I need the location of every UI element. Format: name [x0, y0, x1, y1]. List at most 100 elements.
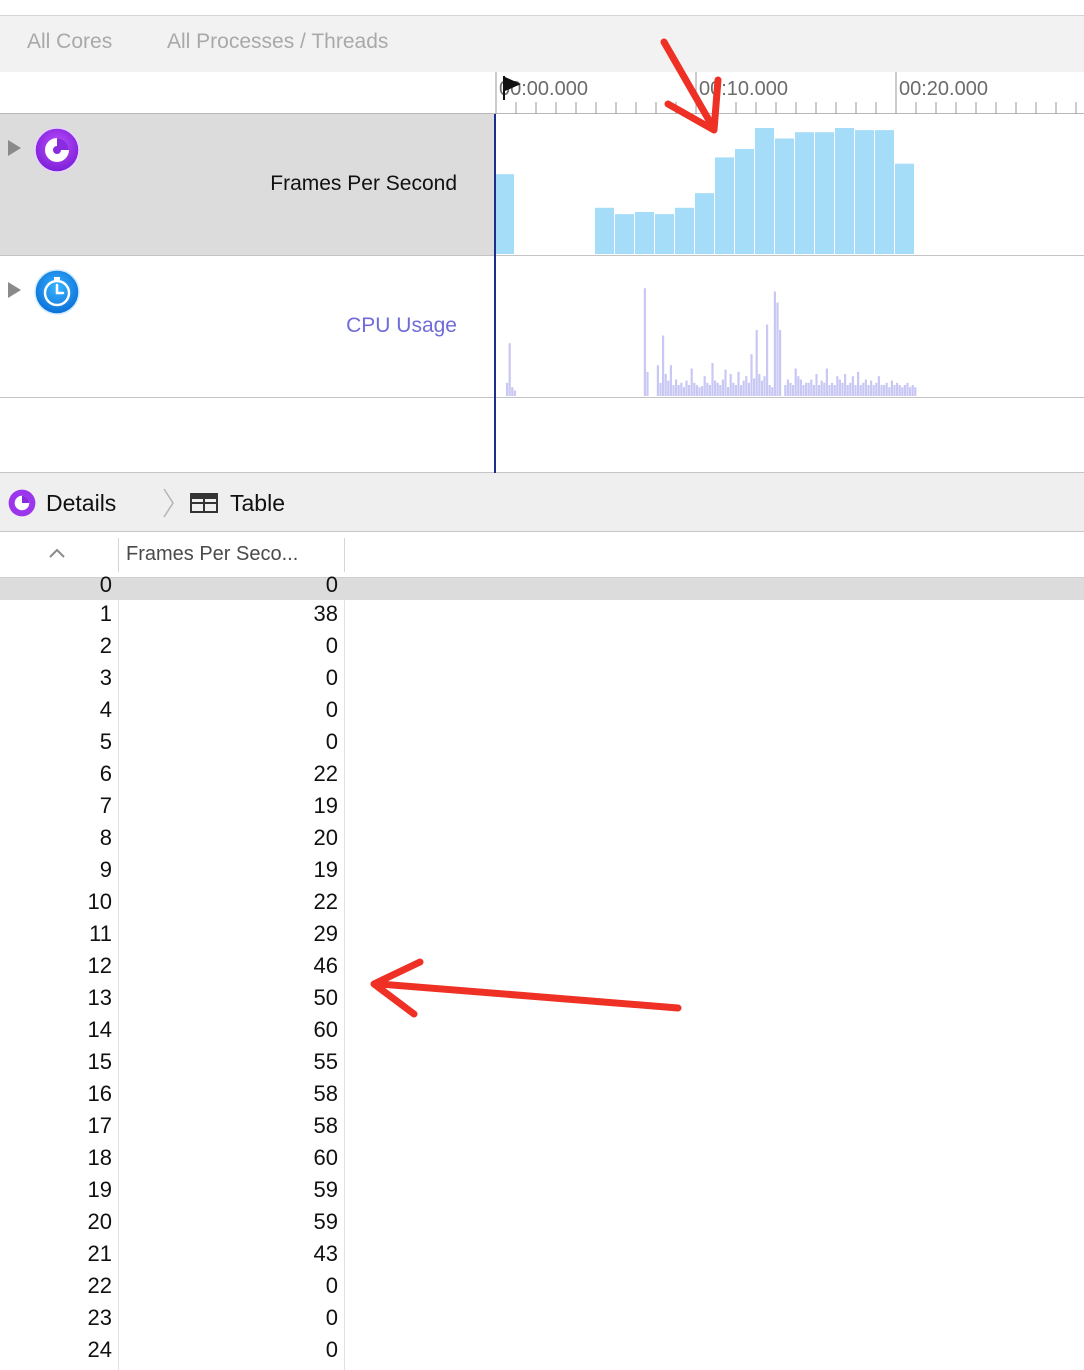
- fps-disclosure-triangle-icon[interactable]: [8, 140, 21, 156]
- row-index-cell: 20: [87, 1209, 112, 1234]
- row-fps-cell: 60: [313, 1017, 338, 1042]
- table-row[interactable]: 40: [0, 696, 1084, 728]
- cpu-spike: [880, 385, 883, 396]
- table-row[interactable]: 11 29: [0, 920, 1084, 952]
- cpu-spike: [724, 369, 727, 396]
- cpu-spike: [659, 382, 662, 396]
- cpu-spike: [831, 382, 834, 396]
- cpu-track-label: CPU Usage: [346, 314, 457, 337]
- cpu-spike: [846, 385, 849, 396]
- fps-graph[interactable]: [494, 114, 1084, 255]
- start-flag-icon[interactable]: [501, 74, 523, 102]
- table-row[interactable]: 23 0: [0, 1304, 1084, 1336]
- cpu-spike: [854, 385, 857, 396]
- playhead[interactable]: [494, 114, 496, 473]
- cpu-spike: [711, 363, 714, 396]
- cpu-spike: [849, 382, 852, 396]
- cpu-spike: [784, 385, 787, 396]
- table-row[interactable]: 20: [0, 632, 1084, 664]
- cpu-spike: [890, 380, 893, 396]
- cpu-spike: [828, 385, 831, 396]
- table-row[interactable]: 6 22: [0, 760, 1084, 792]
- table-row[interactable]: 17 58: [0, 1112, 1084, 1144]
- breadcrumb-table[interactable]: Table: [230, 490, 285, 517]
- all-cores-button[interactable]: All Cores: [27, 30, 112, 54]
- column-separator[interactable]: [118, 538, 119, 572]
- table-row[interactable]: 00: [0, 572, 1084, 600]
- column-separator[interactable]: [344, 538, 345, 572]
- table-row[interactable]: 24 0: [0, 1336, 1084, 1368]
- timeline-ruler[interactable]: 00:00.000 00:10.000 00:20.000: [0, 72, 1084, 114]
- ruler-label-10: 00:10.000: [699, 78, 788, 100]
- table-row[interactable]: 19 59: [0, 1176, 1084, 1208]
- sort-ascending-chevron-icon[interactable]: [48, 546, 66, 560]
- table-row[interactable]: 15 55: [0, 1048, 1084, 1080]
- fps-bar: [875, 130, 894, 254]
- cpu-spike: [740, 385, 743, 396]
- cpu-spike: [755, 330, 758, 396]
- table-row[interactable]: 13 50: [0, 984, 1084, 1016]
- table-row[interactable]: 22 0: [0, 1272, 1084, 1304]
- table-row[interactable]: 10 22: [0, 888, 1084, 920]
- cpu-spike: [820, 380, 823, 396]
- cpu-spike: [643, 288, 646, 396]
- breadcrumb-chevron-icon: [163, 488, 174, 518]
- table-row[interactable]: 7 19: [0, 792, 1084, 824]
- table-row[interactable]: 21 43: [0, 1240, 1084, 1272]
- cpu-spike: [656, 365, 659, 396]
- cpu-graph[interactable]: [494, 256, 1084, 397]
- cpu-spike: [758, 374, 761, 396]
- cpu-spike: [721, 379, 724, 396]
- row-fps-cell: 29: [313, 921, 338, 946]
- cpu-track[interactable]: CPU Usage: [0, 256, 1084, 398]
- fps-table-body[interactable]: 0 0 1 38 2 0 3 0 4 0 5 0 6 22 7 19 8 20 9 19 10 22 11 29 12 46 13 5…: [0, 572, 1084, 1368]
- fps-bar: [495, 174, 514, 254]
- fps-bar: [595, 207, 614, 254]
- cpu-spike: [677, 385, 680, 396]
- cpu-track-header[interactable]: CPU Usage: [0, 256, 494, 397]
- cpu-spike: [802, 385, 805, 396]
- table-row[interactable]: 18 60: [0, 1144, 1084, 1176]
- row-index-cell: 15: [87, 1049, 112, 1074]
- table-row[interactable]: 50: [0, 728, 1084, 760]
- fps-column-header[interactable]: Frames Per Seco...: [126, 543, 298, 566]
- cpu-spike: [716, 382, 719, 396]
- cpu-spike: [729, 374, 732, 396]
- cpu-spike: [885, 382, 888, 396]
- cpu-spike: [906, 382, 909, 396]
- table-icon: [190, 493, 218, 513]
- cpu-spike: [675, 379, 678, 396]
- fps-bar: [735, 149, 754, 254]
- fps-track[interactable]: Frames Per Second: [0, 114, 1084, 256]
- fps-track-header[interactable]: Frames Per Second: [0, 114, 494, 255]
- fps-bar: [855, 130, 874, 254]
- cpu-spike: [914, 387, 917, 396]
- row-index-cell: 0: [99, 572, 112, 597]
- cpu-disclosure-triangle-icon[interactable]: [8, 282, 21, 298]
- table-row[interactable]: 9 19: [0, 856, 1084, 888]
- cpu-spike: [695, 385, 698, 396]
- cpu-spike: [888, 387, 891, 396]
- row-index-cell: 23: [87, 1305, 112, 1330]
- cpu-spike: [698, 387, 701, 396]
- cpu-spike: [662, 335, 665, 396]
- row-fps-cell: 20: [313, 825, 338, 850]
- table-row[interactable]: 14 60: [0, 1016, 1084, 1048]
- row-fps-cell: 22: [313, 889, 338, 914]
- table-row[interactable]: 20 59: [0, 1208, 1084, 1240]
- row-fps-cell: 43: [313, 1241, 338, 1266]
- row-fps-cell: 38: [313, 601, 338, 626]
- fps-bar: [635, 212, 654, 254]
- row-fps-cell: 0: [325, 572, 338, 597]
- table-row[interactable]: 8 20: [0, 824, 1084, 856]
- table-row[interactable]: 1 38: [0, 600, 1084, 632]
- table-row[interactable]: 30: [0, 664, 1084, 696]
- cpu-spike: [909, 387, 912, 396]
- breadcrumb-details[interactable]: Details: [46, 490, 116, 517]
- table-row[interactable]: 16 58: [0, 1080, 1084, 1112]
- table-row[interactable]: 12 46: [0, 952, 1084, 984]
- cpu-spike: [703, 376, 706, 396]
- all-processes-threads-button[interactable]: All Processes / Threads: [167, 30, 388, 54]
- row-index-cell: 16: [87, 1081, 112, 1106]
- cpu-spike: [737, 371, 740, 396]
